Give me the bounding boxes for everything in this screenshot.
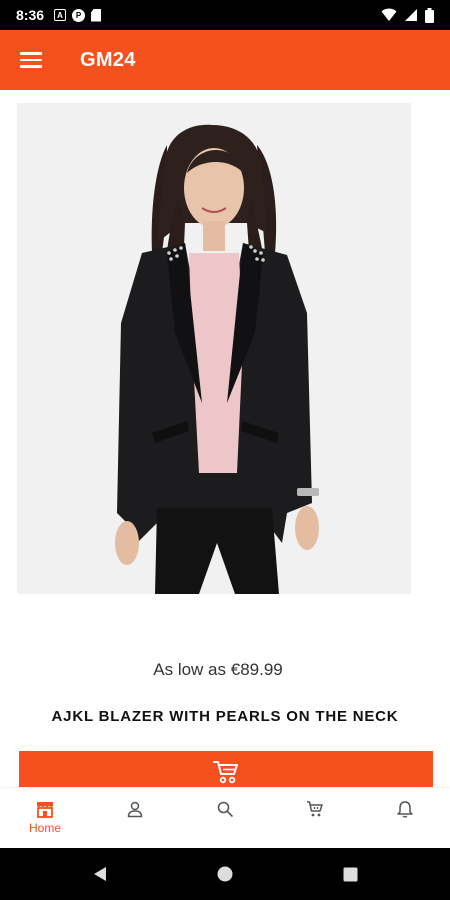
product-price: As low as €89.99 <box>153 660 283 679</box>
status-icons-right <box>381 7 434 23</box>
back-button[interactable] <box>38 866 163 882</box>
cart-icon <box>307 801 323 817</box>
system-nav-bar <box>0 848 450 900</box>
status-bar: 8:36 A P <box>0 0 450 30</box>
app-title: GM24 <box>80 48 136 71</box>
search-icon <box>217 801 233 817</box>
status-time: 8:36 <box>16 7 45 23</box>
recents-square-icon <box>343 867 357 881</box>
home-button[interactable] <box>163 866 288 882</box>
home-circle-icon <box>217 866 233 882</box>
signal-icon <box>405 9 417 21</box>
nav-label-home: Home <box>28 821 61 835</box>
p-circle-icon: P <box>72 8 86 22</box>
product-image[interactable] <box>17 103 411 594</box>
nav-item-home[interactable]: Home <box>0 788 90 848</box>
nav-item-cart[interactable] <box>270 788 360 848</box>
back-triangle-icon <box>94 867 106 881</box>
nav-item-account[interactable] <box>90 788 180 848</box>
bottom-nav: Home <box>0 787 450 848</box>
user-icon <box>127 801 143 818</box>
recents-button[interactable] <box>288 867 413 882</box>
product-name: AJKL BLAZER WITH PEARLS ON THE NECK <box>51 708 399 725</box>
nav-item-notifications[interactable] <box>360 788 450 848</box>
cart-icon <box>213 761 238 784</box>
product-photo <box>17 103 411 594</box>
screen: 8:36 A P GM24 As low as €89.99 AJKL BLAZ… <box>0 0 450 900</box>
app-bar: GM24 <box>0 30 450 90</box>
wifi-icon <box>381 8 397 21</box>
hamburger-menu-icon[interactable] <box>20 48 44 72</box>
store-icon <box>37 802 53 818</box>
a-badge-icon: A <box>54 9 67 21</box>
bell-icon <box>397 801 413 818</box>
sd-card-icon <box>91 8 102 22</box>
status-icons-left: A P <box>54 8 102 22</box>
nav-item-search[interactable] <box>180 788 270 848</box>
battery-icon <box>425 7 434 23</box>
add-to-cart-button[interactable] <box>19 751 433 787</box>
